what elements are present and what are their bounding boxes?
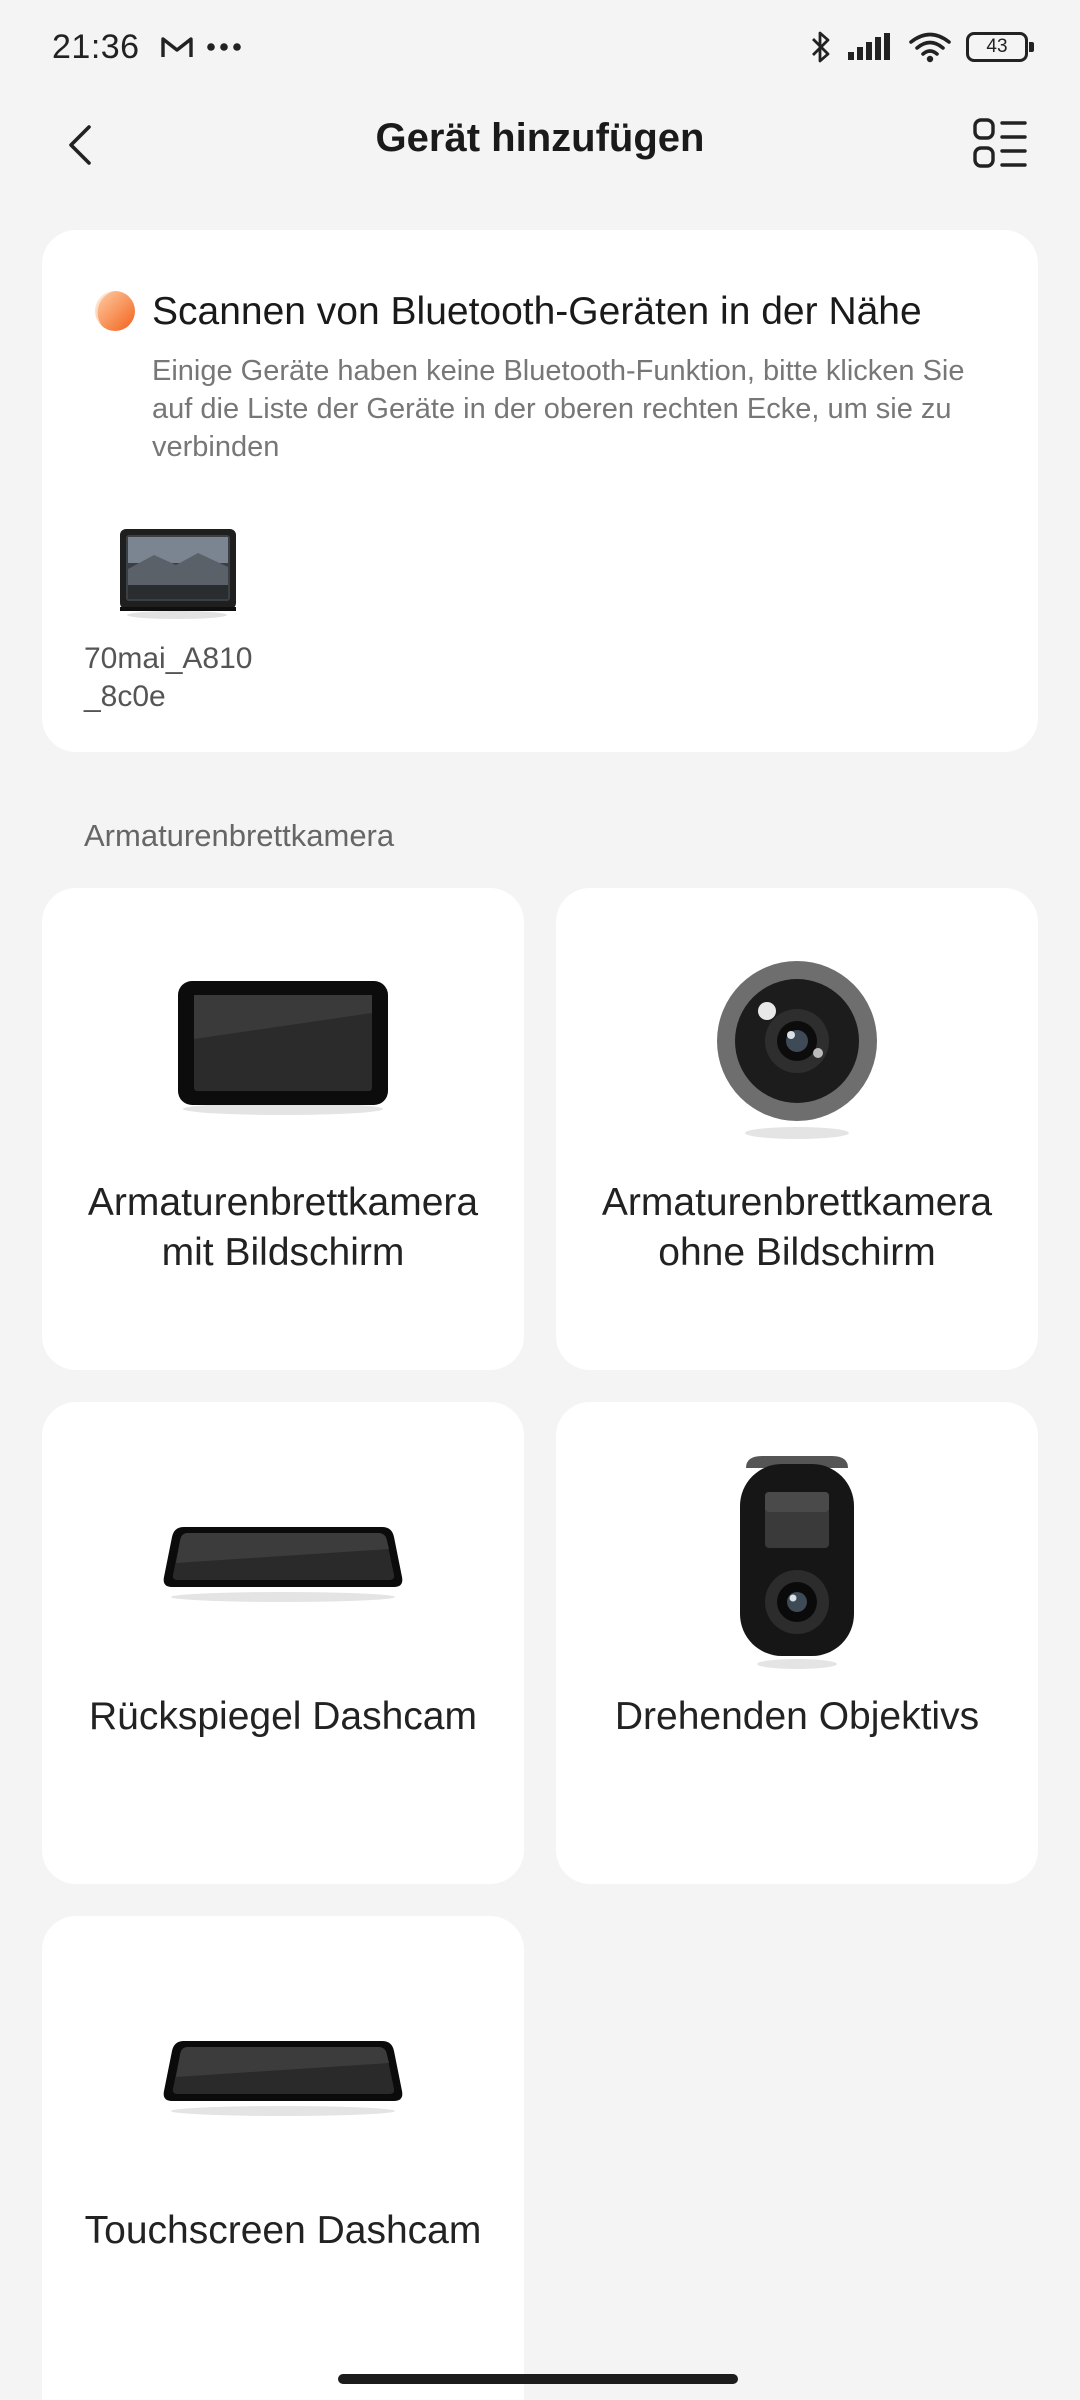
- tile-rotating-lens-dashcam[interactable]: Drehenden Objektivs: [556, 1402, 1038, 1884]
- tile-touchscreen-dashcam[interactable]: Touchscreen Dashcam: [42, 1916, 524, 2400]
- device-list-button[interactable]: [968, 112, 1032, 176]
- tile-label: Rückspiegel Dashcam: [88, 1695, 477, 1738]
- found-device-dashcam-icon[interactable]: [114, 525, 240, 620]
- dashcam-screen-icon: [178, 981, 388, 1115]
- gmail-icon: [161, 37, 193, 57]
- status-bar: 21:36 43: [0, 0, 1080, 100]
- found-device-name[interactable]: 70mai_A810 _8c0e: [84, 640, 304, 716]
- status-notification-icons: [160, 34, 242, 60]
- page-title: Gerät hinzufügen: [375, 116, 705, 160]
- status-time: 21:36: [52, 28, 140, 66]
- scanning-spinner-icon: [94, 290, 135, 331]
- tile-label: Drehenden Objektivs: [614, 1695, 980, 1738]
- home-indicator[interactable]: [338, 2374, 738, 2384]
- status-system-icons: 43: [810, 30, 1034, 64]
- device-list-icon: [973, 118, 1027, 168]
- wifi-icon: [909, 32, 951, 63]
- rotating-lens-dashcam-icon: [740, 1456, 854, 1669]
- more-dots-icon: [207, 43, 241, 51]
- bluetooth-scan-title: Scannen von Bluetooth-Geräten in der Näh…: [152, 290, 922, 333]
- rearview-mirror-dashcam-icon: [163, 1527, 403, 1602]
- tile-dashcam-without-screen[interactable]: Armaturenbrettkamera ohne Bildschirm: [556, 888, 1038, 1370]
- add-device-screen: 21:36 43 Gerät hinzufügen Scannen von Bl…: [0, 0, 1080, 2400]
- signal-icon: [848, 33, 890, 60]
- app-header: Gerät hinzufügen: [0, 100, 1080, 220]
- category-label: Armaturenbrettkamera: [84, 818, 395, 853]
- dashcam-lens-icon: [717, 961, 877, 1139]
- tile-dashcam-with-screen[interactable]: Armaturenbrettkamera mit Bildschirm: [42, 888, 524, 1370]
- tile-rearview-mirror-dashcam[interactable]: Rückspiegel Dashcam: [42, 1402, 524, 1884]
- bluetooth-icon: [812, 31, 830, 63]
- battery-icon: 43: [966, 32, 1034, 62]
- bluetooth-scan-description: Einige Geräte haben keine Bluetooth-Funk…: [152, 355, 965, 463]
- bluetooth-scan-card: Scannen von Bluetooth-Geräten in der Näh…: [42, 230, 1038, 752]
- touchscreen-dashcam-icon: [163, 2041, 403, 2116]
- tile-label: Armaturenbrettkamera mit Bildschirm: [87, 1181, 479, 1274]
- battery-level: 43: [986, 36, 1008, 57]
- tile-label: Armaturenbrettkamera ohne Bildschirm: [601, 1181, 993, 1274]
- tile-label: Touchscreen Dashcam: [84, 2209, 482, 2252]
